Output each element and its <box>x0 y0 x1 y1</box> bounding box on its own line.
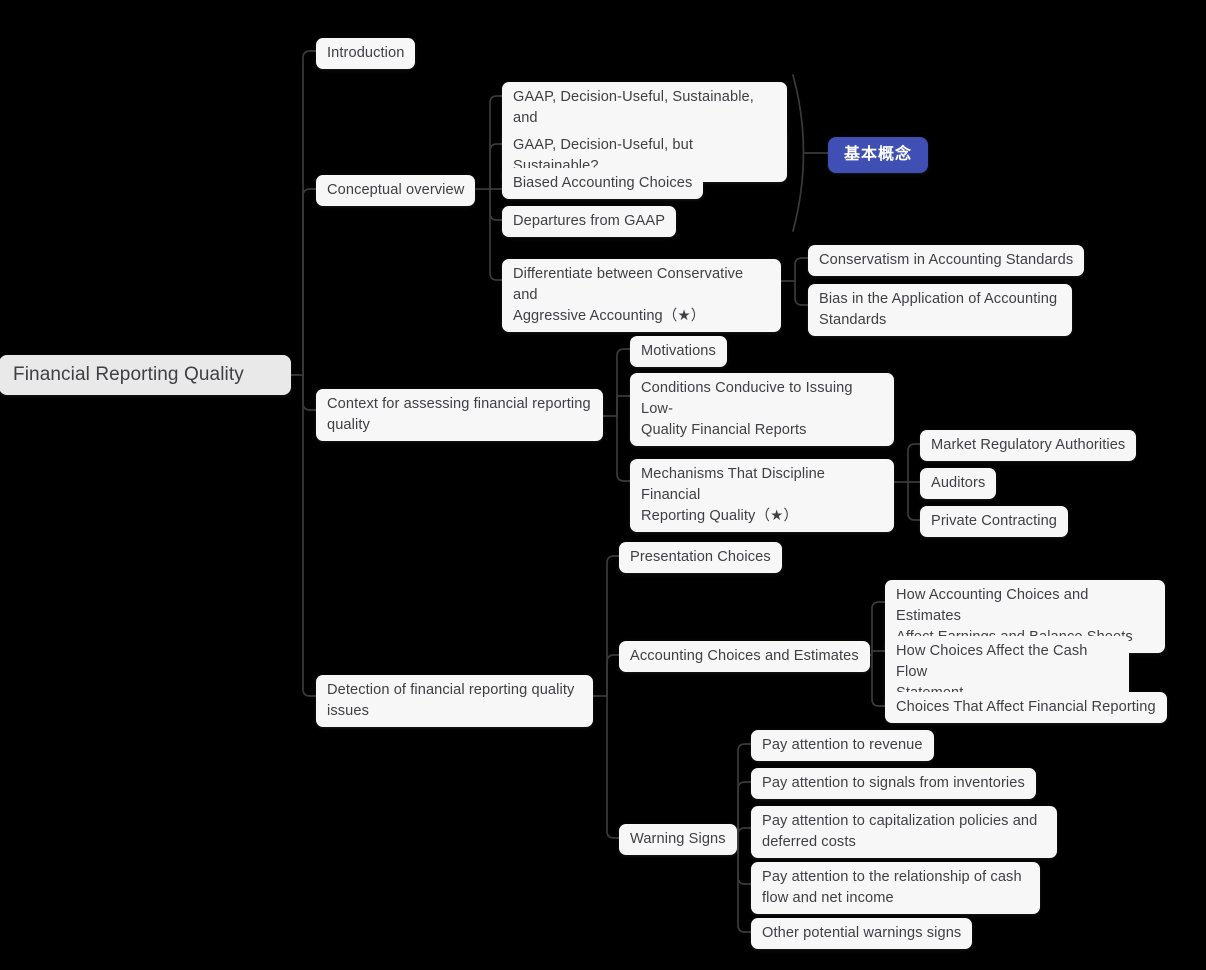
node-presentation-choices[interactable]: Presentation Choices <box>619 542 782 573</box>
node-introduction[interactable]: Introduction <box>316 38 416 69</box>
node-pay-attention-capitalization[interactable]: Pay attention to capitalization policies… <box>751 806 1057 858</box>
node-other-potential-warning-signs[interactable]: Other potential warnings signs <box>751 918 973 949</box>
edge-conceptual-c1 <box>489 95 503 190</box>
node-conservatism-in-standards[interactable]: Conservatism in Accounting Standards <box>808 245 1085 276</box>
edge-differentiate-c1 <box>794 257 809 282</box>
edge-detection-c3 <box>606 695 621 839</box>
edge-conceptual-c5 <box>489 188 503 281</box>
node-biased-accounting-choices[interactable]: Biased Accounting Choices <box>502 168 704 199</box>
edge-conceptual-c4 <box>489 188 503 221</box>
edge-root-context <box>302 374 317 411</box>
node-private-contracting[interactable]: Private Contracting <box>920 506 1069 537</box>
edge-warning-c1 <box>737 743 752 839</box>
node-context[interactable]: Context for assessing financial reportin… <box>316 389 603 441</box>
edge-warning-c5 <box>737 837 752 933</box>
edge-accounting-c2 <box>871 650 887 656</box>
node-detection[interactable]: Detection of financial reporting quality… <box>316 675 593 727</box>
edge-root-conceptual <box>302 188 317 376</box>
node-pay-attention-cash-flow-net-income[interactable]: Pay attention to the relationship of cas… <box>751 862 1040 914</box>
node-market-regulatory-authorities[interactable]: Market Regulatory Authorities <box>920 430 1137 461</box>
node-mechanisms-discipline[interactable]: Mechanisms That Discipline Financial Rep… <box>630 459 894 532</box>
edge-root-introduction <box>302 50 317 376</box>
node-pay-attention-revenue[interactable]: Pay attention to revenue <box>751 730 934 761</box>
edge-context-c3 <box>616 415 631 482</box>
node-accounting-choices-estimates[interactable]: Accounting Choices and Estimates <box>619 641 870 672</box>
badge-basic-concepts[interactable]: 基本概念 <box>828 137 929 173</box>
node-choices-affect-financial-reporting[interactable]: Choices That Affect Financial Reporting <box>885 692 1167 723</box>
node-conditions-low-quality[interactable]: Conditions Conducive to Issuing Low- Qua… <box>630 373 894 446</box>
edge-root-detection <box>302 374 317 697</box>
edge-context-c1 <box>616 348 631 417</box>
node-differentiate-conservative-aggressive[interactable]: Differentiate between Conservative and A… <box>502 259 781 332</box>
edge-differentiate-c2 <box>794 280 809 306</box>
mindmap-canvas: Financial Reporting Quality Introduction… <box>0 0 1206 970</box>
edge-group-brace <box>792 74 805 232</box>
edge-warning-c2 <box>737 781 752 839</box>
edge-warning-c4 <box>737 837 752 885</box>
edge-detection-c1 <box>606 555 621 697</box>
edge-conceptual-c2 <box>489 143 503 190</box>
node-bias-in-application[interactable]: Bias in the Application of Accounting St… <box>808 284 1072 336</box>
node-warning-signs[interactable]: Warning Signs <box>619 824 737 855</box>
node-motivations[interactable]: Motivations <box>630 336 727 367</box>
root-node[interactable]: Financial Reporting Quality <box>0 355 291 395</box>
edge-warning-c3 <box>737 827 752 839</box>
node-conceptual-overview[interactable]: Conceptual overview <box>316 175 476 206</box>
edge-accounting-c3 <box>871 654 887 707</box>
edge-accounting-c1 <box>871 601 887 656</box>
node-auditors[interactable]: Auditors <box>920 468 997 499</box>
node-pay-attention-inventories[interactable]: Pay attention to signals from inventorie… <box>751 768 1036 799</box>
edge-context-c2 <box>616 395 631 417</box>
node-departures-from-gaap[interactable]: Departures from GAAP <box>502 206 677 237</box>
